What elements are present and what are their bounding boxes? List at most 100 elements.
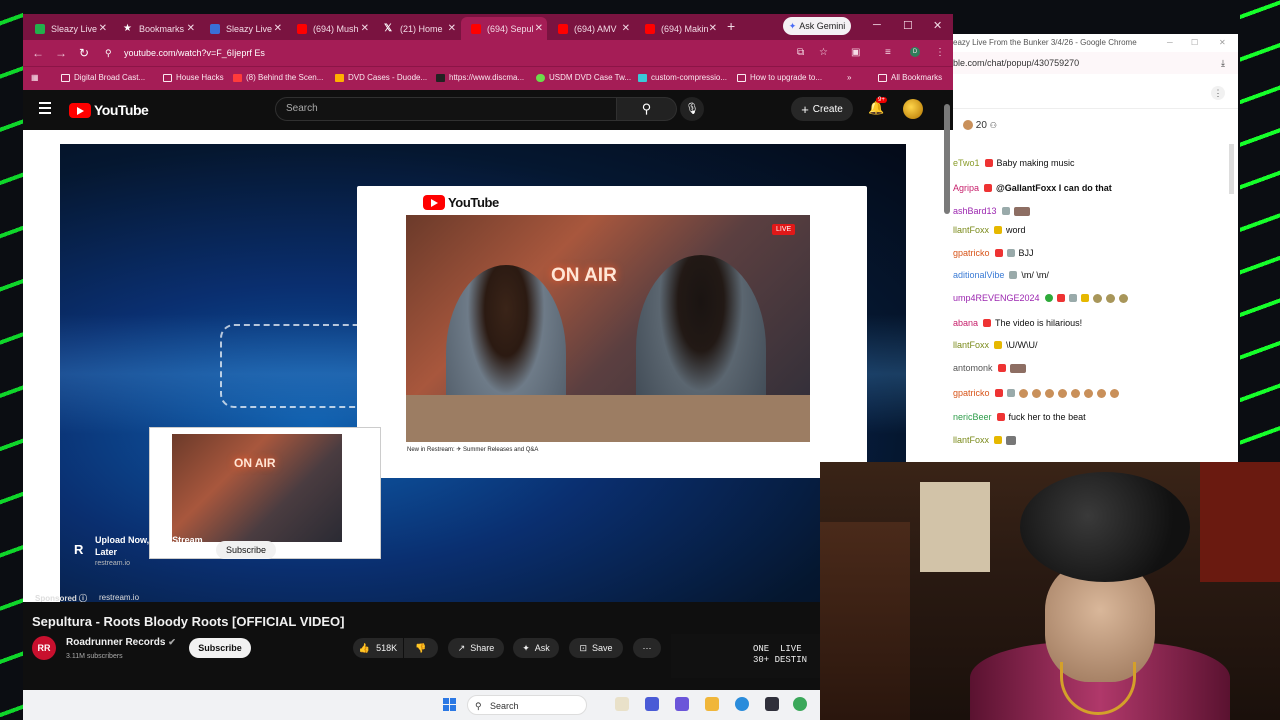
account-avatar[interactable]: [903, 99, 923, 119]
chat-menu-icon[interactable]: ⋮: [1211, 86, 1225, 100]
close-tab-icon[interactable]: ✕: [535, 23, 543, 34]
close-tab-icon[interactable]: ✕: [448, 23, 456, 34]
side-ad-panel[interactable]: ONE LIVE 30+ DESTIN: [671, 634, 831, 678]
chat-author[interactable]: nericBeer: [953, 412, 992, 422]
tab-sleazy-live-1[interactable]: Sleazy Live ✕: [25, 17, 111, 40]
share-button[interactable]: ↗ Share: [448, 638, 504, 658]
bookmark-item[interactable]: How to upgrade to...: [737, 73, 822, 82]
store-icon[interactable]: [765, 697, 779, 711]
back-icon[interactable]: ←: [32, 46, 44, 60]
ad-subscribe-button[interactable]: Subscribe: [216, 541, 276, 559]
bookmark-item[interactable]: custom-compressio...: [638, 73, 727, 82]
chat-author[interactable]: ump4REVENGE2024: [953, 293, 1040, 303]
taskbar-search[interactable]: ⚲ Search: [467, 695, 587, 715]
page-scrollbar[interactable]: [944, 104, 950, 214]
dislike-button[interactable]: 👎: [404, 638, 438, 658]
taskbar-app-icon[interactable]: [615, 697, 629, 711]
subscribe-button[interactable]: Subscribe: [189, 638, 251, 658]
chat-author[interactable]: abana: [953, 318, 978, 328]
chat-author[interactable]: antomonk: [953, 363, 993, 373]
chat-author[interactable]: ashBard13: [953, 206, 997, 216]
chat-author[interactable]: gpatricko: [953, 388, 990, 398]
tab-favicon-icon: [210, 23, 220, 34]
maximize-icon[interactable]: ☐: [1191, 34, 1198, 52]
chat-author[interactable]: llantFoxx: [953, 225, 989, 235]
bookmark-item[interactable]: (8) Behind the Scen...: [233, 73, 323, 82]
tab-makin[interactable]: (694) Makin ✕: [635, 17, 721, 40]
bookmark-item[interactable]: USDM DVD Case Tw...: [536, 73, 631, 82]
extensions-icon[interactable]: ▣: [851, 47, 860, 58]
close-tab-icon[interactable]: ✕: [709, 23, 717, 34]
close-tab-icon[interactable]: ✕: [187, 23, 195, 34]
search-button[interactable]: ⚲: [617, 97, 677, 121]
voice-search-button[interactable]: 🎙: [680, 97, 704, 121]
channel-name[interactable]: Roadrunner Records ✔: [66, 637, 176, 648]
youtube-logo[interactable]: YouTube: [69, 102, 149, 118]
create-button[interactable]: + Create: [791, 97, 853, 121]
profile-avatar-icon[interactable]: D: [910, 47, 920, 57]
bookmark-item[interactable]: DVD Cases - Duode...: [335, 73, 427, 82]
close-tab-icon[interactable]: ✕: [622, 23, 630, 34]
all-bookmarks-item[interactable]: All Bookmarks: [878, 73, 942, 82]
close-tab-icon[interactable]: ✕: [274, 23, 282, 34]
forward-icon[interactable]: →: [55, 46, 67, 60]
minimize-icon[interactable]: ─: [1167, 34, 1173, 52]
download-icon[interactable]: ⤓: [1221, 52, 1225, 74]
windows-start-icon[interactable]: [443, 698, 457, 712]
bookmark-item[interactable]: https://www.discma...: [436, 73, 524, 82]
tab-search-icon[interactable]: ≡: [885, 47, 891, 58]
tab-sleazy-live-2[interactable]: Sleazy Live ✕: [200, 17, 286, 40]
more-actions-button[interactable]: ⋯: [633, 638, 661, 658]
folder-icon: [878, 73, 887, 82]
hamburger-menu-icon[interactable]: [39, 102, 51, 117]
bookmark-item[interactable]: House Hacks: [163, 73, 224, 82]
teams-icon[interactable]: [675, 697, 689, 711]
new-tab-button[interactable]: +: [727, 18, 735, 34]
site-favicon-icon: [335, 73, 344, 82]
more-bookmarks-icon[interactable]: »: [847, 73, 851, 82]
chat-url[interactable]: ble.com/chat/popup/430759270: [953, 58, 1079, 68]
site-info-icon[interactable]: ⚲: [105, 48, 112, 59]
restream-logo-icon: R: [74, 542, 84, 557]
save-button[interactable]: ⊡ Save: [569, 638, 623, 658]
chat-scrollbar[interactable]: [1229, 144, 1234, 194]
apps-grid-icon[interactable]: ▦: [31, 73, 39, 82]
edge-browser-icon[interactable]: [735, 697, 749, 711]
chat-author[interactable]: Agripa: [953, 183, 979, 193]
bookmark-star-icon[interactable]: ☆: [819, 47, 828, 58]
tab-sepultura-active[interactable]: (694) Sepul ✕: [461, 17, 547, 40]
tab-amv[interactable]: (694) AMV ✕: [548, 17, 634, 40]
close-tab-icon[interactable]: ✕: [99, 23, 107, 34]
sponsored-domain[interactable]: restream.io: [99, 593, 139, 602]
minimize-icon[interactable]: ─: [873, 19, 881, 31]
close-tab-icon[interactable]: ✕: [361, 23, 369, 34]
chat-author[interactable]: eTwo1: [953, 158, 980, 168]
channel-avatar[interactable]: RR: [32, 636, 56, 660]
tab-mush[interactable]: (694) Mush ✕: [287, 17, 373, 40]
like-button[interactable]: 👍 518K: [353, 638, 403, 658]
chrome-icon[interactable]: [793, 697, 807, 711]
search-input[interactable]: Search: [275, 97, 617, 121]
reload-icon[interactable]: ↻: [79, 46, 89, 60]
install-app-icon[interactable]: ⧉: [797, 47, 804, 58]
tab-bookmarks[interactable]: ★ Bookmarks ✕: [113, 17, 199, 40]
like-count: 518K: [376, 643, 398, 653]
close-window-icon[interactable]: ✕: [1219, 34, 1226, 52]
ad-title[interactable]: Upload Now, Live Stream Later: [95, 534, 215, 558]
url-field[interactable]: youtube.com/watch?v=F_6Ijeprf Es: [124, 48, 265, 58]
bookmark-item[interactable]: Digital Broad Cast...: [61, 73, 145, 82]
chat-author[interactable]: llantFoxx: [953, 340, 989, 350]
chat-author[interactable]: aditionalVibe: [953, 270, 1004, 280]
maximize-icon[interactable]: ☐: [903, 19, 913, 32]
ask-button[interactable]: ✦ Ask: [513, 638, 559, 658]
chat-author[interactable]: gpatricko: [953, 248, 990, 258]
file-explorer-icon[interactable]: [705, 697, 719, 711]
ask-gemini-button[interactable]: ✦ Ask Gemini: [783, 17, 851, 35]
close-window-icon[interactable]: ✕: [933, 19, 942, 32]
webcam-overlay: [820, 462, 1280, 720]
viewer-count: 20 ⚇: [963, 120, 997, 131]
tab-x-home[interactable]: 𝕏 (21) Home ✕: [374, 17, 460, 40]
copilot-icon[interactable]: [645, 697, 659, 711]
chat-author[interactable]: llantFoxx: [953, 435, 989, 445]
menu-kebab-icon[interactable]: ⋮: [935, 47, 945, 58]
